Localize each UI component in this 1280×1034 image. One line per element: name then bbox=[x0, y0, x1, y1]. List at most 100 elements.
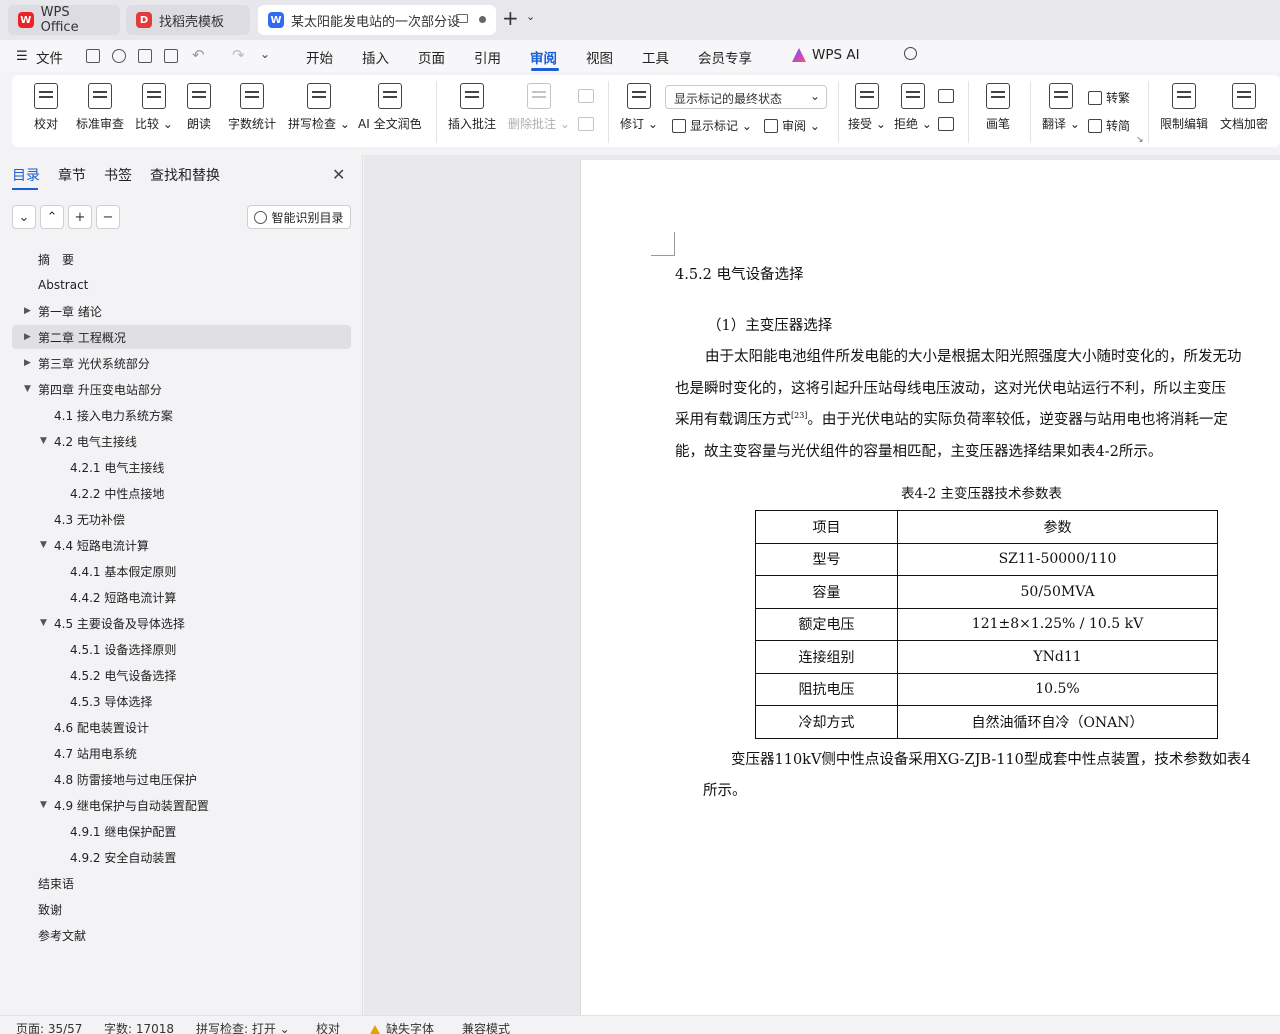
caret-down-icon[interactable]: ▼ bbox=[40, 618, 47, 628]
more-chevron-icon[interactable]: ⌄ bbox=[260, 47, 270, 61]
ai-polish-button[interactable]: AI 全文润色 bbox=[358, 83, 422, 139]
menu-insert[interactable]: 插入 bbox=[362, 47, 389, 67]
caret-right-icon[interactable]: ▶ bbox=[24, 332, 31, 342]
doc-encrypt-button[interactable]: 文档加密 bbox=[1220, 83, 1268, 139]
toc-item[interactable]: 4.7 站用电系统 bbox=[12, 741, 351, 765]
toc-item[interactable]: ▼ 4.4 短路电流计算 bbox=[12, 533, 351, 557]
menu-start[interactable]: 开始 bbox=[306, 47, 333, 67]
page-indicator[interactable]: 页面: 35/57 bbox=[16, 1020, 82, 1034]
tab-document[interactable]: W 某太阳能发电站的一次部分设 bbox=[258, 5, 496, 35]
tab-sections[interactable]: 章节 bbox=[58, 165, 86, 185]
save-icon[interactable] bbox=[86, 49, 100, 63]
toc-item[interactable]: 4.6 配电装置设计 bbox=[12, 715, 351, 739]
caret-down-icon[interactable]: ▼ bbox=[24, 384, 31, 394]
markup-state-select[interactable]: 显示标记的最终状态 ⌄ bbox=[665, 85, 827, 109]
standard-review-button[interactable]: 标准审查 bbox=[76, 83, 124, 139]
toc-item[interactable]: 4.8 防雷接地与过电压保护 bbox=[12, 767, 351, 791]
toc-item[interactable]: ▶ 第一章 绪论 bbox=[12, 299, 351, 323]
toc-item[interactable]: 4.2.1 电气主接线 bbox=[12, 455, 351, 479]
read-aloud-button[interactable]: 朗读 bbox=[187, 83, 211, 139]
menu-reference[interactable]: 引用 bbox=[474, 47, 501, 67]
toc-item[interactable]: 4.3 无功补偿 bbox=[12, 507, 351, 531]
toc-item[interactable]: ▼ 第四章 升压变电站部分 bbox=[12, 377, 351, 401]
missing-font-indicator[interactable]: 缺失字体 bbox=[370, 1020, 434, 1034]
spell-check-button[interactable]: 拼写检查 ⌄ bbox=[288, 83, 350, 139]
compare-button[interactable]: 比较 ⌄ bbox=[135, 83, 173, 139]
search-icon[interactable] bbox=[904, 47, 917, 60]
to-simplified-button[interactable]: 转简 bbox=[1088, 117, 1130, 134]
dialog-launcher-icon[interactable]: ↘ bbox=[1136, 135, 1144, 145]
unsaved-dot-icon[interactable] bbox=[479, 16, 486, 23]
next-comment-icon[interactable] bbox=[578, 117, 594, 131]
caret-right-icon[interactable]: ▶ bbox=[24, 306, 31, 316]
toc-item[interactable]: 4.4.2 短路电流计算 bbox=[12, 585, 351, 609]
next-change-icon[interactable] bbox=[938, 117, 954, 131]
caret-right-icon[interactable]: ▶ bbox=[24, 358, 31, 368]
undo-icon[interactable]: ↶ bbox=[192, 46, 205, 64]
track-changes-button[interactable]: 修订 ⌄ bbox=[620, 83, 658, 139]
toc-item[interactable]: 4.2.2 中性点接地 bbox=[12, 481, 351, 505]
file-menu[interactable]: 文件 bbox=[36, 47, 63, 67]
new-tab-plus-icon[interactable]: + bbox=[502, 8, 519, 28]
menu-view[interactable]: 视图 bbox=[586, 47, 613, 67]
accept-button[interactable]: 接受 ⌄ bbox=[848, 83, 886, 139]
toc-item[interactable]: 参考文献 bbox=[12, 923, 351, 947]
insert-comment-button[interactable]: 插入批注 bbox=[448, 83, 496, 139]
toc-item[interactable]: ▶ 第二章 工程概况 bbox=[12, 325, 351, 349]
toc-item[interactable]: 4.5.2 电气设备选择 bbox=[12, 663, 351, 687]
toc-item[interactable]: 4.4.1 基本假定原则 bbox=[12, 559, 351, 583]
toc-item[interactable]: ▼ 4.9 继电保护与自动装置配置 bbox=[12, 793, 351, 817]
toc-item[interactable]: 4.9.1 继电保护配置 bbox=[12, 819, 351, 843]
proofread-status[interactable]: 校对 bbox=[316, 1020, 340, 1034]
prev-change-icon[interactable] bbox=[938, 89, 954, 103]
toc-item[interactable]: 4.5.1 设备选择原则 bbox=[12, 637, 351, 661]
toc-item[interactable]: 结束语 bbox=[12, 871, 351, 895]
proofread-button[interactable]: 校对 bbox=[34, 83, 58, 139]
hamburger-icon[interactable]: ☰ bbox=[16, 49, 28, 64]
remove-heading-button[interactable]: − bbox=[96, 205, 120, 229]
toc-item[interactable]: 致谢 bbox=[12, 897, 351, 921]
tab-find-replace[interactable]: 查找和替换 bbox=[150, 165, 220, 185]
tab-wps-office[interactable]: W WPS Office bbox=[8, 5, 120, 35]
prev-comment-icon[interactable] bbox=[578, 89, 594, 103]
caret-down-icon[interactable]: ▼ bbox=[40, 800, 47, 810]
menu-tools[interactable]: 工具 bbox=[642, 47, 669, 67]
tab-docer[interactable]: D 找稻壳模板 bbox=[126, 5, 250, 35]
citation[interactable]: [23] bbox=[791, 411, 807, 420]
tab-bookmarks[interactable]: 书签 bbox=[104, 165, 132, 185]
toc-item[interactable]: 4.9.2 安全自动装置 bbox=[12, 845, 351, 869]
document-page[interactable]: 4.5.2 电气设备选择 （1）主变压器选择 由于太阳能电池组件所发电能的大小是… bbox=[580, 160, 1280, 1015]
collapse-up-button[interactable]: ⌃ bbox=[40, 205, 64, 229]
translate-button[interactable]: 翻译 ⌄ bbox=[1042, 83, 1080, 139]
toc-item[interactable]: ▼ 4.2 电气主接线 bbox=[12, 429, 351, 453]
print-preview-icon[interactable] bbox=[164, 49, 178, 63]
tab-toc[interactable]: 目录 bbox=[12, 165, 40, 185]
close-icon[interactable]: ✕ bbox=[332, 165, 345, 184]
menu-member[interactable]: 会员专享 bbox=[698, 47, 752, 67]
share-icon[interactable] bbox=[112, 49, 126, 63]
print-icon[interactable] bbox=[138, 49, 152, 63]
menu-review[interactable]: 审阅 bbox=[530, 47, 557, 67]
to-traditional-button[interactable]: 转繁 bbox=[1088, 89, 1130, 106]
toc-item[interactable]: Abstract bbox=[12, 273, 351, 297]
redo-icon[interactable]: ↷ bbox=[232, 46, 245, 64]
toc-item[interactable]: ▶ 第三章 光伏系统部分 bbox=[12, 351, 351, 375]
delete-comment-button[interactable]: 删除批注 ⌄ bbox=[508, 83, 570, 139]
restrict-edit-button[interactable]: 限制编辑 bbox=[1160, 83, 1208, 139]
word-count-button[interactable]: 字数统计 bbox=[228, 83, 276, 139]
expand-down-button[interactable]: ⌄ bbox=[12, 205, 36, 229]
show-markup-button[interactable]: 显示标记 ⌄ bbox=[672, 117, 752, 134]
monitor-icon[interactable] bbox=[456, 14, 468, 23]
reject-button[interactable]: 拒绝 ⌄ bbox=[894, 83, 932, 139]
menu-page[interactable]: 页面 bbox=[418, 47, 445, 67]
toc-item[interactable]: 摘 要 bbox=[12, 247, 351, 271]
chevron-down-icon[interactable]: ⌄ bbox=[526, 10, 535, 23]
review-pane-button[interactable]: 审阅 ⌄ bbox=[764, 117, 820, 134]
toc-item[interactable]: 4.1 接入电力系统方案 bbox=[12, 403, 351, 427]
menu-wps-ai[interactable]: WPS AI bbox=[812, 47, 860, 63]
add-heading-button[interactable]: + bbox=[68, 205, 92, 229]
toc-item[interactable]: 4.5.3 导体选择 bbox=[12, 689, 351, 713]
pen-button[interactable]: 画笔 bbox=[986, 83, 1010, 139]
word-count-indicator[interactable]: 字数: 17018 bbox=[104, 1020, 174, 1034]
spell-check-toggle[interactable]: 拼写检查: 打开 ⌄ bbox=[196, 1020, 290, 1034]
